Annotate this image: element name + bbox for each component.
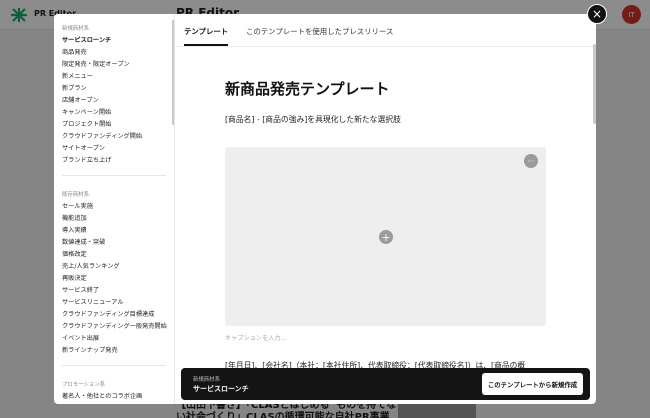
- sidebar-item[interactable]: 新メニュー: [54, 71, 174, 83]
- sidebar-item[interactable]: クラウドファンディング目標達成: [54, 309, 174, 321]
- image-placeholder[interactable]: ⋯ +: [225, 147, 546, 326]
- sidebar-item[interactable]: 数値達成・突破: [54, 237, 174, 249]
- sidebar-category: プロモーション系: [62, 382, 106, 388]
- sidebar-item[interactable]: サービスローンチ: [54, 35, 174, 47]
- sidebar-item[interactable]: サービス終了: [54, 285, 174, 297]
- create-from-template-button[interactable]: このテンプレートから新規作成: [482, 373, 583, 395]
- sidebar-item[interactable]: サービスリニューアル: [54, 297, 174, 309]
- sidebar-item[interactable]: 導入実績: [54, 225, 174, 237]
- preview-scrollbar[interactable]: [593, 44, 596, 124]
- template-modal: 新規商材系 サービスローンチ 商品発売 限定発売・限定オープン 新メニュー 新プラン 店舗オ…: [54, 14, 596, 404]
- sidebar-item[interactable]: 著名人・他社とのコラボ企画: [54, 391, 174, 403]
- close-icon[interactable]: ×: [587, 4, 607, 24]
- tab-press-releases[interactable]: このテンプレートを使用したプレスリリース: [246, 26, 393, 42]
- sidebar-category: 既存商材系: [62, 192, 89, 198]
- sidebar-item[interactable]: イベント出展: [54, 333, 174, 345]
- template-title: 新商品発売テンプレート: [225, 80, 390, 98]
- sidebar-item[interactable]: 価格改定: [54, 249, 174, 261]
- sidebar-divider: [62, 175, 166, 176]
- sidebar-item[interactable]: 売上/人気ランキング: [54, 261, 174, 273]
- tab-bar: テンプレート このテンプレートを使用したプレスリリース: [184, 26, 393, 46]
- sidebar-item[interactable]: セール実施: [54, 201, 174, 213]
- sidebar-item[interactable]: サイトオープン: [54, 143, 174, 155]
- sidebar-item[interactable]: ブランド立ち上げ: [54, 155, 174, 167]
- sidebar-divider: [62, 365, 166, 366]
- sidebar-item[interactable]: 店舗オープン: [54, 95, 174, 107]
- selected-template-name: サービスローンチ: [193, 385, 249, 393]
- tab-template[interactable]: テンプレート: [184, 26, 229, 46]
- selection-bar: 新規商材系 サービスローンチ このテンプレートから新規作成: [181, 368, 590, 400]
- sidebar-item[interactable]: 新ラインナップ発売: [54, 345, 174, 357]
- template-sidebar: 新規商材系サービスローンチ 商品発売 限定発売・限定オープン 新メニュー 新プラン 店舗オ…: [54, 14, 175, 404]
- sidebar-category: 新規商材系: [62, 26, 89, 32]
- sidebar-item[interactable]: キャンペーン開始: [54, 107, 174, 119]
- sidebar-item[interactable]: 商品発売: [54, 47, 174, 59]
- template-subtitle: [商品名] - [商品の強み]を具現化した新たな選択肢: [225, 115, 401, 124]
- sidebar-item[interactable]: プロジェクト開始: [54, 119, 174, 131]
- tab-divider: [175, 46, 596, 47]
- add-image-icon[interactable]: +: [379, 230, 393, 244]
- template-preview: テンプレート このテンプレートを使用したプレスリリース 新商品発売テンプレート …: [175, 14, 596, 404]
- sidebar-item[interactable]: クラウドファンディング開始: [54, 131, 174, 143]
- sidebar-item[interactable]: CM放映開始: [54, 403, 174, 404]
- sidebar-item[interactable]: 限定発売・限定オープン: [54, 59, 174, 71]
- sidebar-item[interactable]: 機能追加: [54, 213, 174, 225]
- selected-category: 新規商材系: [193, 377, 220, 383]
- sidebar-item[interactable]: 新プラン: [54, 83, 174, 95]
- sidebar-item[interactable]: 再販決定: [54, 273, 174, 285]
- caption-input[interactable]: キャプションを入力...: [225, 333, 287, 342]
- more-icon[interactable]: ⋯: [524, 154, 538, 168]
- sidebar-item[interactable]: クラウドファンディング一般発売開始: [54, 321, 174, 333]
